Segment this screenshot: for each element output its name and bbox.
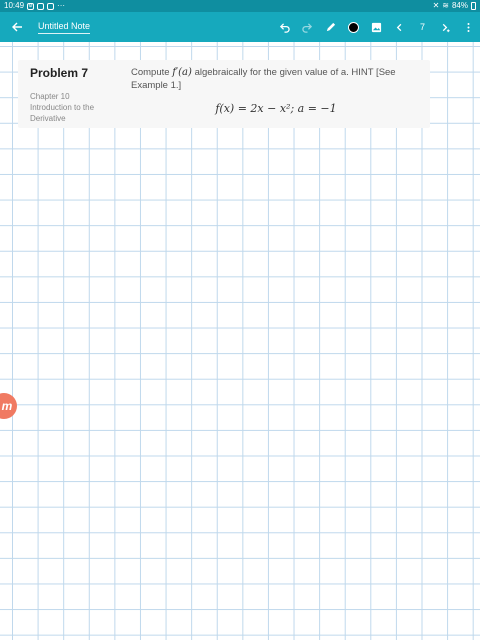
undo-icon <box>279 22 290 33</box>
pen-color-button[interactable] <box>342 12 365 42</box>
toolbar: 7 <box>273 12 480 42</box>
settings-icon: ⚙ <box>27 2 35 10</box>
next-page-button[interactable] <box>434 12 457 42</box>
status-overflow: ··· <box>57 1 66 10</box>
derivative-expression: f′(a) <box>172 67 192 78</box>
app-icon <box>47 2 55 10</box>
undo-button[interactable] <box>273 12 296 42</box>
battery-icon <box>471 2 476 10</box>
back-button[interactable] <box>0 12 34 42</box>
redo-button[interactable] <box>296 12 319 42</box>
previous-page-button[interactable] <box>388 12 411 42</box>
problem-title: Problem 7 <box>30 66 89 80</box>
pen-button[interactable] <box>319 12 342 42</box>
pen-icon <box>326 22 336 31</box>
problem-statement: Compute f′(a) algebraically for the give… <box>131 66 421 92</box>
chapter-label: Chapter 10 <box>30 92 70 101</box>
chevron-right-add-icon <box>442 23 450 32</box>
status-time: 10:49 <box>4 1 25 10</box>
more-vert-icon <box>467 22 470 32</box>
page-number: 7 <box>419 22 425 32</box>
mute-icon: ✕ <box>432 1 440 10</box>
arrow-left-icon <box>12 22 22 32</box>
problem-equation: f(x) = 2x − x²; a = −1 <box>215 102 337 115</box>
status-bar: 10:49 ⚙ ··· ✕ ≋ 84% <box>0 0 480 12</box>
more-options-button[interactable] <box>457 12 480 42</box>
battery-percent: 84% <box>451 1 468 10</box>
problem-card: Problem 7 Chapter 10 Introduction to the… <box>18 60 430 128</box>
section-label-line2: Derivative <box>30 114 66 123</box>
wifi-icon: ≋ <box>442 1 449 10</box>
color-swatch <box>348 21 359 33</box>
chevron-left-icon <box>396 23 402 31</box>
section-label-line1: Introduction to the <box>30 103 95 112</box>
redo-icon <box>302 22 313 33</box>
app-icon <box>37 2 45 10</box>
app-bar: Untitled Note 7 <box>0 12 480 42</box>
insert-image-button[interactable] <box>365 12 388 42</box>
note-canvas[interactable] <box>0 42 480 640</box>
image-icon <box>371 22 382 32</box>
note-title[interactable]: Untitled Note <box>38 21 91 34</box>
problem-text-start: Compute <box>131 67 173 78</box>
